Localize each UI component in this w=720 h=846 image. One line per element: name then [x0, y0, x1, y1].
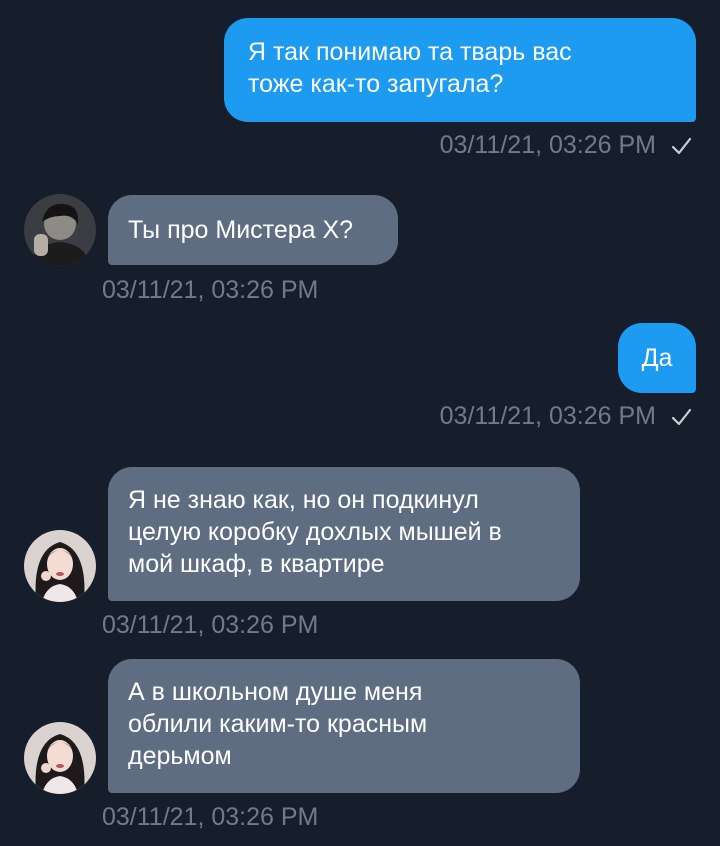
timestamp-text: 03/11/21, 03:26 PM — [439, 131, 656, 159]
message-timestamp: 03/11/21, 03:26 PM — [102, 803, 318, 832]
message-bubble-incoming[interactable]: Ты про Мистера Х? — [108, 195, 398, 265]
message-bubble-incoming[interactable]: А в школьном душе меня облили каким-то к… — [108, 659, 580, 793]
message-bubble-outgoing[interactable]: Да — [618, 323, 696, 393]
timestamp-text: 03/11/21, 03:26 PM — [102, 276, 319, 304]
timestamp-text: 03/11/21, 03:26 PM — [439, 402, 656, 430]
avatar-dark-haired-man-icon — [24, 194, 96, 266]
checkmark-icon — [671, 137, 692, 154]
chat-thread: Я так понимаю та тварь вас тоже как-то з… — [0, 0, 720, 846]
message-timestamp: 03/11/21, 03:26 PM — [102, 276, 318, 305]
avatar[interactable] — [24, 530, 96, 602]
message-bubble-incoming[interactable]: Я не знаю как, но он подкинул целую коро… — [108, 467, 580, 601]
checkmark-icon — [671, 408, 692, 425]
message-bubble-outgoing[interactable]: Я так понимаю та тварь вас тоже как-то з… — [224, 18, 696, 122]
message-timestamp: 03/11/21, 03:26 PM — [102, 611, 318, 640]
message-timestamp: 03/11/21, 03:26 PM — [440, 402, 692, 431]
avatar-girl-icon — [24, 530, 96, 602]
message-timestamp: 03/11/21, 03:26 PM — [440, 131, 692, 160]
timestamp-text: 03/11/21, 03:26 PM — [102, 611, 319, 639]
timestamp-text: 03/11/21, 03:26 PM — [102, 803, 319, 831]
avatar[interactable] — [24, 722, 96, 794]
avatar-girl-icon — [24, 722, 96, 794]
avatar[interactable] — [24, 194, 96, 266]
